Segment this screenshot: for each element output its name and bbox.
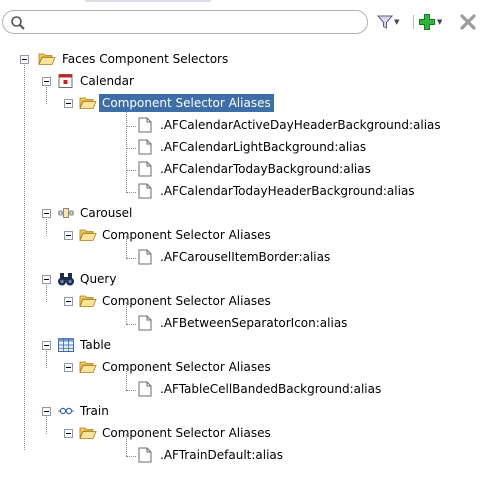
file-icon [138,117,152,133]
tree-node-label: Calendar [80,74,134,88]
file-icon [138,315,152,331]
tree-leaf-label: .AFTrainDefault:alias [160,448,284,462]
tree-leaf[interactable]: .AFBetweenSeparatorIcon:alias [0,312,483,335]
tree-node-query[interactable]: Query [0,268,483,291]
tree-node-aliases[interactable]: Component Selector Aliases [0,92,483,115]
folder-open-icon [79,427,97,439]
file-icon [138,139,152,155]
tree-node-label: Component Selector Aliases [102,294,271,308]
tree-node-aliases[interactable]: Component Selector Aliases [0,224,483,247]
search-box[interactable] [2,10,368,34]
collapse-toggle[interactable] [42,77,51,86]
file-icon [138,183,152,199]
collapse-toggle[interactable] [42,407,51,416]
collapse-toggle[interactable] [20,55,29,64]
tree-leaf-label: .AFBetweenSeparatorIcon:alias [160,316,348,330]
tree-node-train[interactable]: Train [0,400,483,423]
toolbar-separator [413,15,414,29]
calendar-icon [58,74,73,88]
toolbar: ▼ ▼ [0,6,483,38]
carousel-icon [58,208,74,218]
close-x-icon [460,14,476,30]
tree-leaf[interactable]: .AFCalendarTodayHeaderBackground:alias [0,180,483,203]
tree-node-carousel[interactable]: Carousel [0,202,483,225]
add-plus-icon [419,14,435,30]
tree-leaf[interactable]: .AFTableCellBandedBackground:alias [0,378,483,401]
tree-leaf[interactable]: .AFCalendarTodayBackground:alias [0,158,483,181]
table-icon [58,338,74,352]
top-divider [85,0,211,2]
tree-node-aliases[interactable]: Component Selector Aliases [0,422,483,445]
tree-node-label: Query [80,272,117,286]
chevron-down-icon: ▼ [394,18,400,26]
chevron-down-icon: ▼ [437,18,443,26]
tree-leaf[interactable]: .AFCarouselItemBorder:alias [0,246,483,269]
tree-node-aliases[interactable]: Component Selector Aliases [0,356,483,379]
collapse-toggle[interactable] [64,231,73,240]
collapse-toggle[interactable] [64,297,73,306]
tree-leaf-label: .AFCalendarTodayHeaderBackground:alias [160,184,415,198]
tree-node-label-selected: Component Selector Aliases [99,94,274,112]
filter-funnel-icon [377,15,393,29]
tree-node-calendar[interactable]: Calendar [0,70,483,93]
tree-leaf-label: .AFCalendarTodayBackground:alias [160,162,371,176]
tree-leaf[interactable]: .AFCalendarLightBackground:alias [0,136,483,159]
collapse-toggle[interactable] [64,99,73,108]
tree-root-row[interactable]: Faces Component Selectors [0,48,483,71]
folder-open-icon [79,229,97,241]
collapse-toggle[interactable] [42,341,51,350]
tree-leaf-label: .AFTableCellBandedBackground:alias [160,382,382,396]
add-button[interactable]: ▼ [418,11,454,33]
tree-node-label: Train [80,404,109,418]
tree-node-table[interactable]: Table [0,334,483,357]
tree-node-aliases[interactable]: Component Selector Aliases [0,290,483,313]
tree-root-label: Faces Component Selectors [62,52,229,66]
folder-open-icon [38,53,56,65]
folder-open-icon [79,295,97,307]
file-icon [138,161,152,177]
search-icon [11,16,25,30]
tree-node-label: Component Selector Aliases [102,360,271,374]
tree-leaf-label: .AFCalendarActiveDayHeaderBackground:ali… [160,118,441,132]
tree-node-label: Component Selector Aliases [102,228,271,242]
collapse-toggle[interactable] [64,363,73,372]
tree-node-label: Component Selector Aliases [102,426,271,440]
filter-button[interactable]: ▼ [377,11,407,33]
folder-open-icon [79,361,97,373]
tree-node-label: Carousel [80,206,133,220]
collapse-toggle[interactable] [42,275,51,284]
tree-leaf[interactable]: .AFTrainDefault:alias [0,444,483,467]
tree-leaf[interactable]: .AFCalendarActiveDayHeaderBackground:ali… [0,114,483,137]
collapse-toggle[interactable] [42,209,51,218]
search-input[interactable] [31,13,361,31]
tree-leaf-label: .AFCarouselItemBorder:alias [160,250,331,264]
folder-open-icon [79,97,97,109]
train-icon [58,407,74,415]
collapse-toggle[interactable] [64,429,73,438]
close-button[interactable] [459,11,481,33]
binoculars-icon [58,273,74,286]
file-icon [138,249,152,265]
tree-node-label: Table [80,338,112,352]
tree-leaf-label: .AFCalendarLightBackground:alias [160,140,367,154]
file-icon [138,381,152,397]
file-icon [138,447,152,463]
